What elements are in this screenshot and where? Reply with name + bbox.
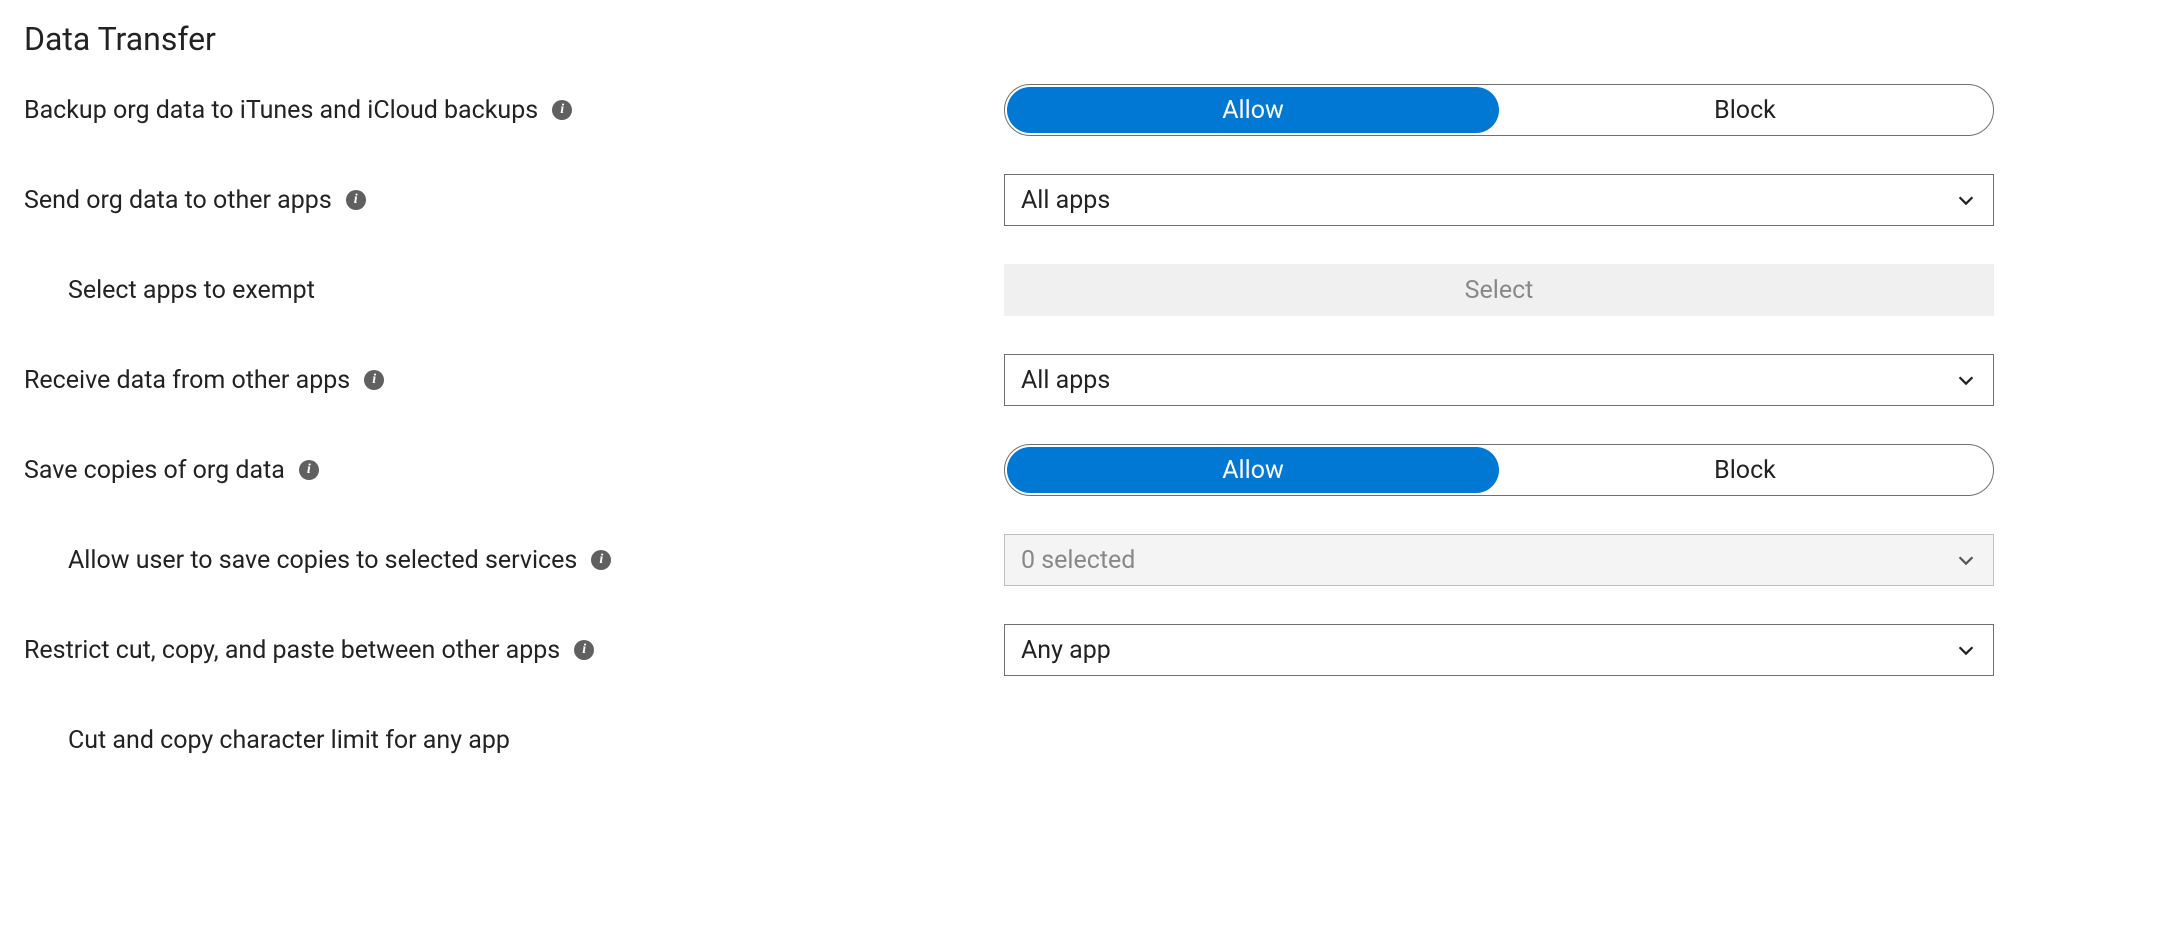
- exempt-label: Select apps to exempt: [68, 276, 315, 305]
- restrict-ccp-select[interactable]: Any app: [1004, 624, 1994, 676]
- row-select-apps-exempt: Select apps to exempt Select: [24, 264, 2139, 316]
- send-org-data-select[interactable]: All apps: [1004, 174, 1994, 226]
- info-icon[interactable]: i: [591, 550, 611, 570]
- select-exempt-apps-button: Select: [1004, 264, 1994, 316]
- backup-toggle-allow[interactable]: Allow: [1007, 87, 1499, 133]
- receive-data-select[interactable]: All apps: [1004, 354, 1994, 406]
- char-limit-label: Cut and copy character limit for any app: [68, 726, 510, 755]
- backup-toggle[interactable]: Allow Block: [1004, 84, 1994, 136]
- backup-toggle-block[interactable]: Block: [1499, 87, 1991, 133]
- row-char-limit: Cut and copy character limit for any app: [24, 714, 2139, 766]
- chevron-down-icon: [1955, 369, 1977, 391]
- row-send-org-data: Send org data to other apps i All apps: [24, 174, 2139, 226]
- send-select-value: All apps: [1021, 186, 1110, 215]
- info-icon[interactable]: i: [574, 640, 594, 660]
- chevron-down-icon: [1955, 549, 1977, 571]
- row-save-services: Allow user to save copies to selected se…: [24, 534, 2139, 586]
- backup-label: Backup org data to iTunes and iCloud bac…: [24, 96, 538, 125]
- info-icon[interactable]: i: [346, 190, 366, 210]
- chevron-down-icon: [1955, 639, 1977, 661]
- chevron-down-icon: [1955, 189, 1977, 211]
- receive-label: Receive data from other apps: [24, 366, 350, 395]
- save-services-select: 0 selected: [1004, 534, 1994, 586]
- row-backup-org-data: Backup org data to iTunes and iCloud bac…: [24, 84, 2139, 136]
- section-title: Data Transfer: [24, 20, 2139, 58]
- info-icon[interactable]: i: [299, 460, 319, 480]
- info-icon[interactable]: i: [364, 370, 384, 390]
- save-copies-toggle[interactable]: Allow Block: [1004, 444, 1994, 496]
- save-label: Save copies of org data: [24, 456, 285, 485]
- receive-select-value: All apps: [1021, 366, 1110, 395]
- row-save-copies: Save copies of org data i Allow Block: [24, 444, 2139, 496]
- save-toggle-block[interactable]: Block: [1499, 447, 1991, 493]
- save-services-value: 0 selected: [1021, 546, 1135, 575]
- send-label: Send org data to other apps: [24, 186, 332, 215]
- restrict-select-value: Any app: [1021, 636, 1111, 665]
- info-icon[interactable]: i: [552, 100, 572, 120]
- save-services-label: Allow user to save copies to selected se…: [68, 546, 577, 575]
- data-transfer-section: Data Transfer Backup org data to iTunes …: [24, 20, 2139, 766]
- restrict-label: Restrict cut, copy, and paste between ot…: [24, 636, 560, 665]
- row-restrict-ccp: Restrict cut, copy, and paste between ot…: [24, 624, 2139, 676]
- save-toggle-allow[interactable]: Allow: [1007, 447, 1499, 493]
- row-receive-data: Receive data from other apps i All apps: [24, 354, 2139, 406]
